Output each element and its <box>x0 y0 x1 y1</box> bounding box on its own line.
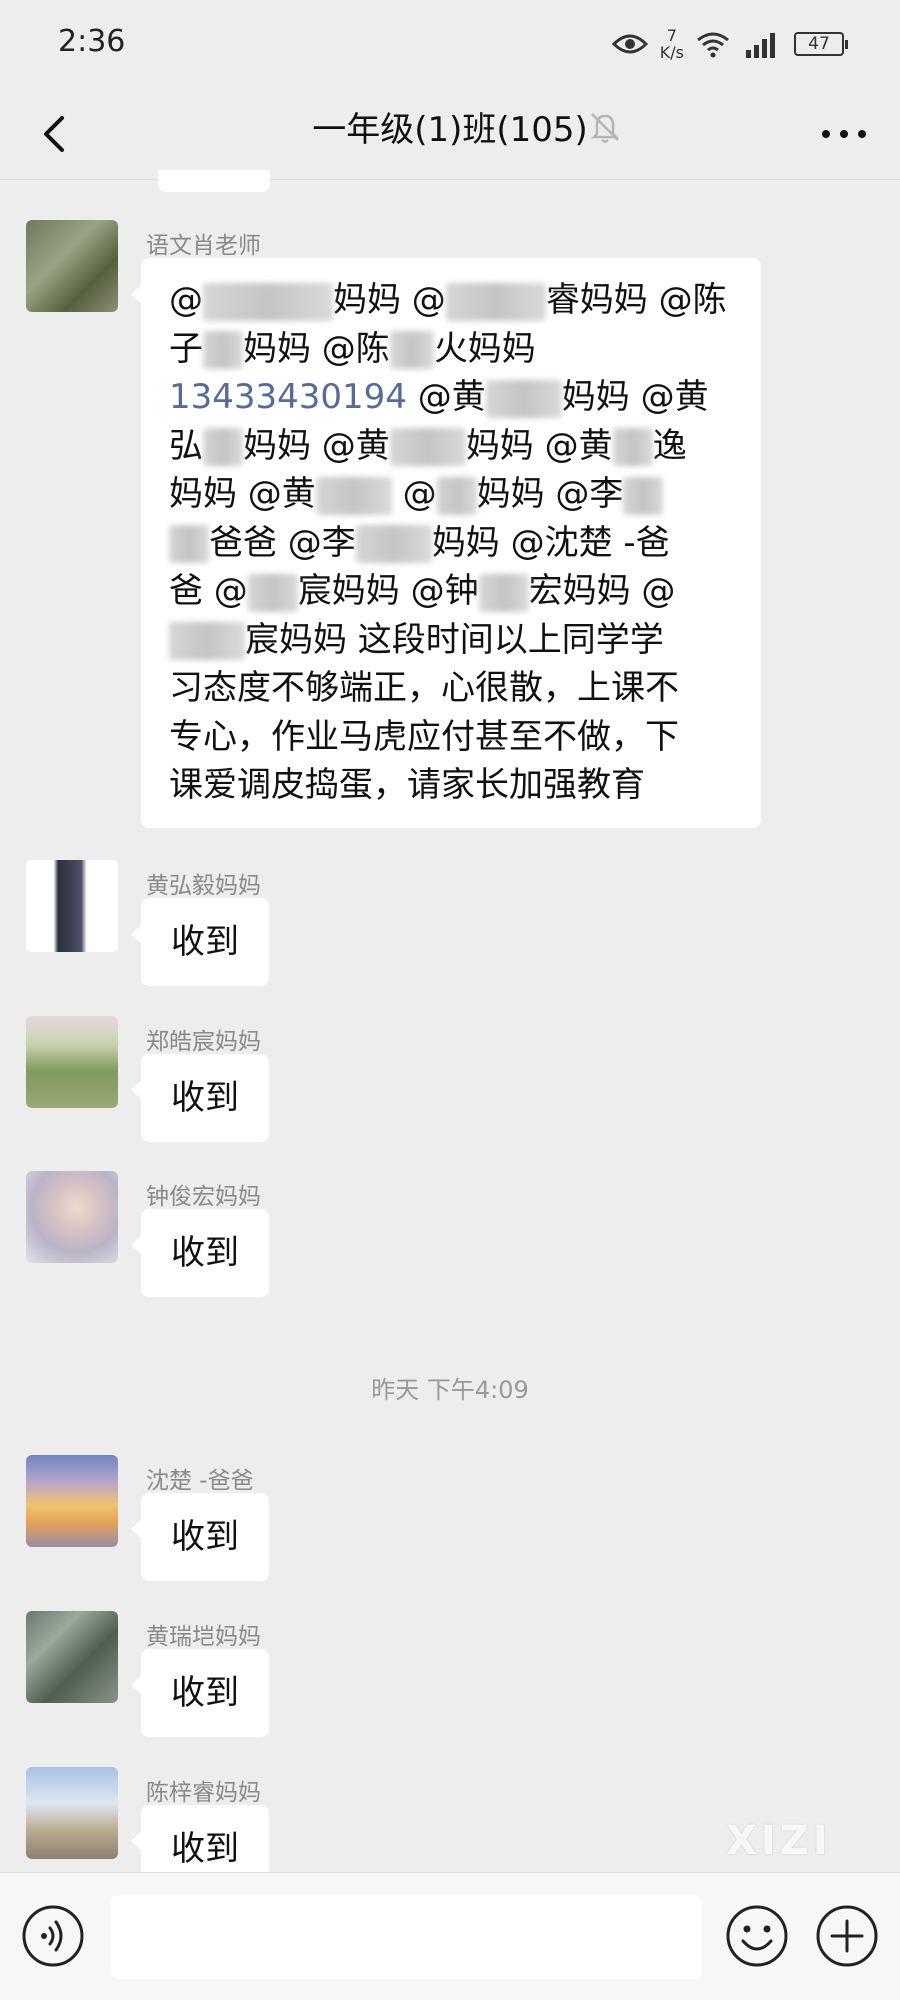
sender-name: 沈楚 -爸爸 <box>146 1468 254 1494</box>
status-icons: 7 K/s 47 <box>611 26 848 62</box>
message-line: @ 妈妈 @ 睿妈妈 @陈 <box>169 280 727 321</box>
sender-name: 黄瑞垲妈妈 <box>146 1624 261 1650</box>
message-line: 13433430194 @黄 妈妈 @黄 <box>169 377 709 418</box>
redacted-name <box>247 573 298 612</box>
message-bubble[interactable]: 收到 <box>131 1649 269 1737</box>
redacted-name <box>169 525 209 563</box>
redacted-name <box>203 331 243 369</box>
redacted-name <box>203 282 333 321</box>
status-time: 2:36 <box>58 24 126 59</box>
voice-icon[interactable] <box>20 1903 86 1969</box>
message-bubble[interactable]: 收到 <box>131 1493 269 1581</box>
message-line: 爸 @ 宸妈妈 @钟 宏妈妈 @ <box>169 571 676 612</box>
redacted-name <box>355 525 432 563</box>
redacted-name <box>623 476 664 515</box>
avatar[interactable] <box>26 860 118 952</box>
redacted-name <box>389 428 466 466</box>
message-bubble[interactable]: 收到 <box>131 898 269 986</box>
message-line: 课爱调皮捣蛋，请家长加强教育 <box>169 765 645 805</box>
status-bar: 2:36 7 K/s 47 <box>0 0 900 88</box>
message-line: 宸妈妈 这段时间以上同学学 <box>169 616 733 665</box>
more-button[interactable] <box>814 110 874 158</box>
watermark: XIZI <box>726 1818 832 1864</box>
redacted-name <box>169 622 245 660</box>
emoji-icon[interactable] <box>724 1903 790 1969</box>
message-line: 爸爸 @李 妈妈 @沈楚 -爸 <box>169 519 733 568</box>
signal-icon <box>746 33 775 58</box>
input-bar <box>0 1872 900 2000</box>
wifi-icon <box>697 32 729 58</box>
sender-name: 黄弘毅妈妈 <box>146 873 261 899</box>
message-line: 专心，作业马虎应付甚至不做，下 <box>169 716 679 757</box>
chat-title: 一年级(1)班(105) <box>312 110 588 150</box>
avatar[interactable] <box>26 1611 118 1703</box>
plus-circle-icon[interactable] <box>814 1903 880 1969</box>
previous-bubble-fragment <box>158 170 270 192</box>
sender-name: 语文肖老师 <box>146 233 261 259</box>
sender-name: 钟俊宏妈妈 <box>146 1184 261 1210</box>
redacted-name <box>478 573 529 612</box>
net-speed-value: 7 <box>666 26 677 45</box>
eye-icon <box>611 34 648 54</box>
avatar[interactable] <box>26 1171 118 1263</box>
chat-header: 一年级(1)班(105) <box>0 88 900 180</box>
net-speed-unit: K/s <box>659 43 684 62</box>
avatar[interactable] <box>26 220 118 312</box>
redacted-name <box>612 428 653 466</box>
bell-off-icon <box>590 113 620 143</box>
redacted-name <box>436 476 477 515</box>
message-input[interactable] <box>110 1895 702 1979</box>
avatar[interactable] <box>26 1016 118 1108</box>
message-bubble[interactable]: 收到 <box>131 1054 269 1142</box>
message-line: 子妈妈 @陈 火妈妈 <box>169 328 536 369</box>
message-bubble[interactable]: 收到 <box>131 1209 269 1297</box>
message-line: 妈妈 @黄 @ 妈妈 @李 <box>169 470 733 519</box>
redacted-name <box>203 428 243 466</box>
message-line: 习态度不够端正，心很散，上课不 <box>169 668 679 708</box>
battery-icon: 47 <box>794 32 848 56</box>
message-bubble[interactable]: @ 妈妈 @ 睿妈妈 @陈 子妈妈 @陈 火妈妈 13433430194 @黄 妈妈 @… <box>131 258 761 828</box>
phone-link[interactable]: 13433430194 <box>169 377 407 417</box>
avatar[interactable] <box>26 1767 118 1859</box>
message-line: 弘妈妈 @黄 妈妈 @黄逸 <box>169 425 687 466</box>
avatar[interactable] <box>26 1455 118 1547</box>
redacted-name <box>485 379 562 418</box>
redacted-name <box>389 331 434 369</box>
redacted-name <box>445 282 546 321</box>
sender-name: 郑皓宸妈妈 <box>146 1029 261 1055</box>
redacted-name <box>315 476 392 515</box>
time-divider: 昨天 下午4:09 <box>371 1376 529 1404</box>
net-speed: 7 K/s <box>660 27 684 61</box>
sender-name: 陈梓睿妈妈 <box>146 1780 261 1806</box>
